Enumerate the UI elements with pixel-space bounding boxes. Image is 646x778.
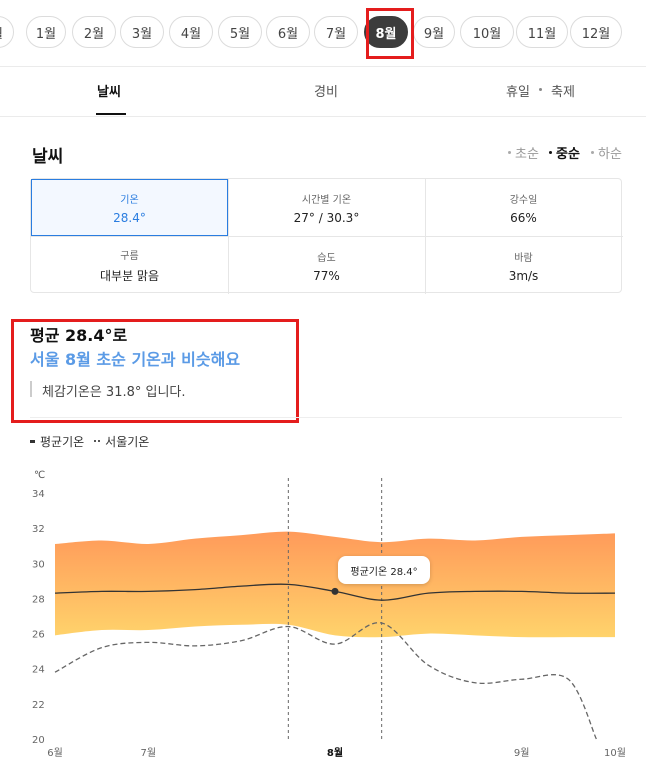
period-dot (508, 151, 511, 154)
x-tick-label: 6월 (47, 747, 63, 759)
month-pill[interactable]: 9월 (413, 16, 455, 48)
month-pill[interactable]: 6월 (266, 16, 310, 48)
tab-underline (96, 113, 126, 115)
highlight-box-summary (11, 319, 299, 423)
x-tick-label: 8월 (327, 747, 343, 759)
divider (0, 116, 646, 117)
temperature-range-band (55, 531, 615, 638)
period-dot (591, 151, 594, 154)
cell-value: 77% (313, 268, 340, 283)
tab-separator (539, 88, 542, 91)
tab-festival[interactable]: 축제 (551, 81, 575, 100)
period-late-label: 하순 (598, 147, 622, 162)
tab-weather[interactable]: 날씨 (97, 81, 121, 100)
period-early[interactable]: 초순 (508, 143, 539, 162)
x-tick-label: 7월 (141, 747, 157, 759)
cell-value: 27° / 30.3° (293, 210, 360, 225)
month-pill[interactable]: 12월 (570, 16, 622, 48)
x-tick-label: 10월 (604, 747, 626, 759)
month-pill[interactable]: 5월 (218, 16, 262, 48)
legend-seoul: 서울기온 (94, 433, 149, 450)
month-selector: 월 1월2월3월4월5월6월7월8월9월10월11월12월 (0, 0, 646, 66)
cell-label: 습도 (317, 252, 336, 264)
period-mid-label: 중순 (556, 147, 580, 162)
legend-avg: 평균기온 (30, 433, 84, 450)
cell-label: 기온 (120, 194, 139, 206)
month-pill[interactable]: 3월 (120, 16, 164, 48)
y-tick-label: 30 (32, 559, 45, 570)
period-early-label: 초순 (515, 147, 539, 162)
y-axis-unit: ℃ (34, 470, 45, 481)
chart-tooltip: 평균기온 28.4° (338, 556, 430, 584)
tab-cost[interactable]: 경비 (314, 81, 338, 100)
legend-avg-label: 평균기온 (40, 435, 85, 449)
cell-value: 대부분 맑음 (99, 269, 159, 283)
month-pill[interactable]: 2월 (72, 16, 116, 48)
y-tick-label: 22 (32, 700, 45, 711)
cell-wind[interactable]: 바람 3m/s (425, 237, 622, 294)
divider (30, 417, 622, 418)
month-pill[interactable]: 11월 (516, 16, 568, 48)
legend-dash-icon (94, 440, 101, 443)
month-pill[interactable]: 4월 (169, 16, 213, 48)
month-pill[interactable]: 월 (0, 16, 14, 48)
month-pill[interactable]: 7월 (314, 16, 358, 48)
cell-value: 66% (510, 210, 537, 225)
month-pill[interactable]: 8월 (364, 16, 408, 48)
period-late[interactable]: 하순 (591, 143, 622, 162)
series-seoul-line (54, 622, 597, 740)
x-tick-label: 9월 (514, 747, 530, 759)
cell-label: 바람 (514, 252, 533, 264)
divider (0, 66, 646, 67)
cell-label: 강수일 (509, 194, 538, 206)
cell-temperature[interactable]: 기온 28.4° (31, 179, 228, 236)
month-pill[interactable]: 10월 (460, 16, 514, 48)
y-tick-label: 26 (32, 630, 45, 641)
legend-solid-icon (30, 440, 35, 443)
weather-title: 날씨 (32, 147, 64, 167)
cell-value: 28.4° (113, 210, 146, 225)
period-dot (549, 151, 552, 154)
y-tick-label: 20 (32, 735, 45, 746)
temperature-chart: ℃ 34 32 30 28 26 24 22 206월 7월 8월 9월 10월 (32, 470, 626, 759)
cell-label: 시간별 기온 (301, 194, 352, 206)
cell-hourly-temperature[interactable]: 시간별 기온 27° / 30.3° (228, 179, 425, 236)
y-tick-label: 34 (32, 489, 45, 500)
y-tick-label: 32 (32, 524, 45, 535)
cell-label: 구름 (120, 251, 139, 262)
cell-value: 3m/s (508, 268, 539, 283)
chart-legend: 평균기온 서울기온 (30, 433, 149, 450)
cell-rain-days[interactable]: 강수일 66% (425, 179, 622, 236)
weather-info-grid: 기온 28.4° 시간별 기온 27° / 30.3° 강수일 66% 구름 대… (30, 178, 623, 294)
y-tick-label: 24 (32, 665, 45, 676)
average-point (331, 587, 339, 595)
legend-seoul-label: 서울기온 (105, 435, 150, 449)
cell-cloud[interactable]: 구름 대부분 맑음 (31, 237, 228, 294)
period-mid[interactable]: 중순 (549, 143, 580, 162)
cell-humidity[interactable]: 습도 77% (228, 237, 425, 294)
tab-holiday[interactable]: 휴일 (506, 81, 530, 100)
y-tick-label: 28 (32, 594, 45, 605)
month-pill[interactable]: 1월 (26, 16, 66, 48)
